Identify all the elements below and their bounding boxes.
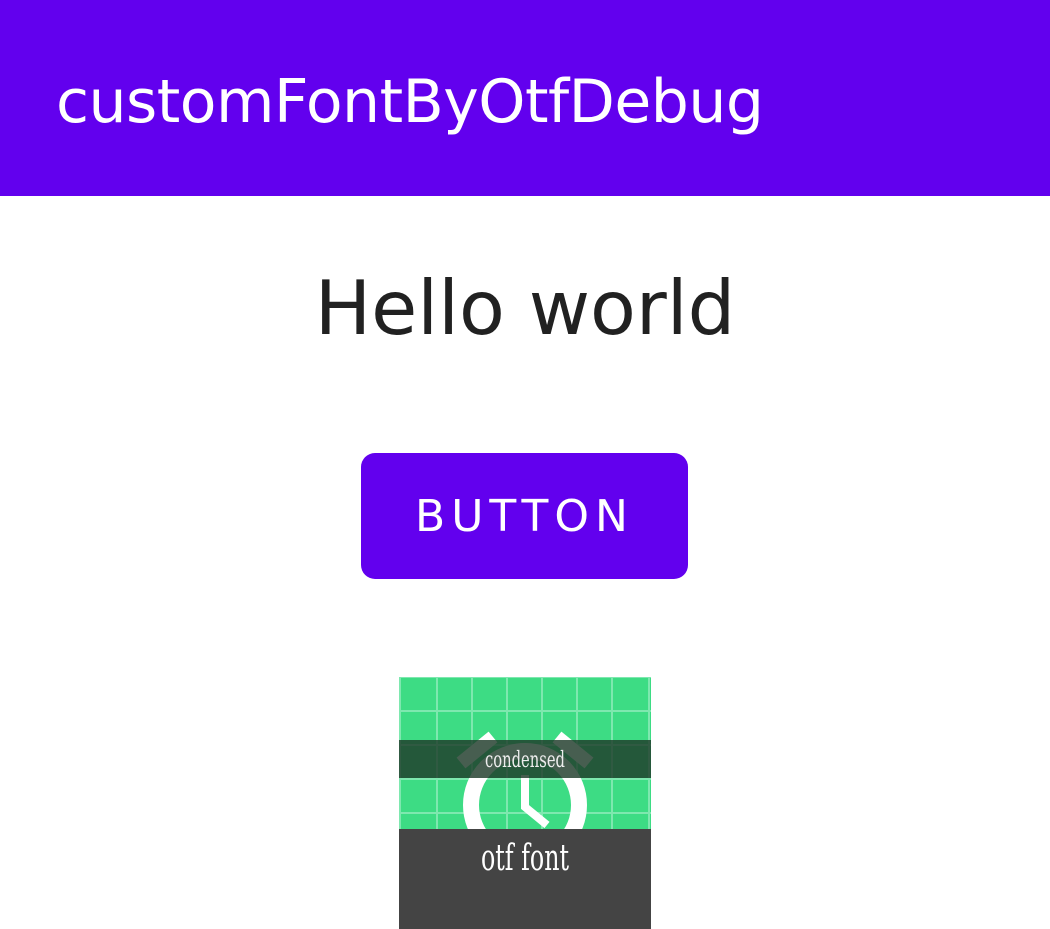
otf-font-label: otf font bbox=[481, 838, 569, 879]
main-button[interactable]: BUTTON bbox=[361, 453, 688, 579]
hello-text: Hello world bbox=[314, 264, 736, 352]
app-title: customFontByOtfDebug bbox=[56, 67, 764, 137]
app-bar: customFontByOtfDebug bbox=[0, 0, 1050, 196]
condensed-label: condensed bbox=[485, 748, 565, 773]
font-preview-image: condensed otf font bbox=[399, 677, 651, 929]
